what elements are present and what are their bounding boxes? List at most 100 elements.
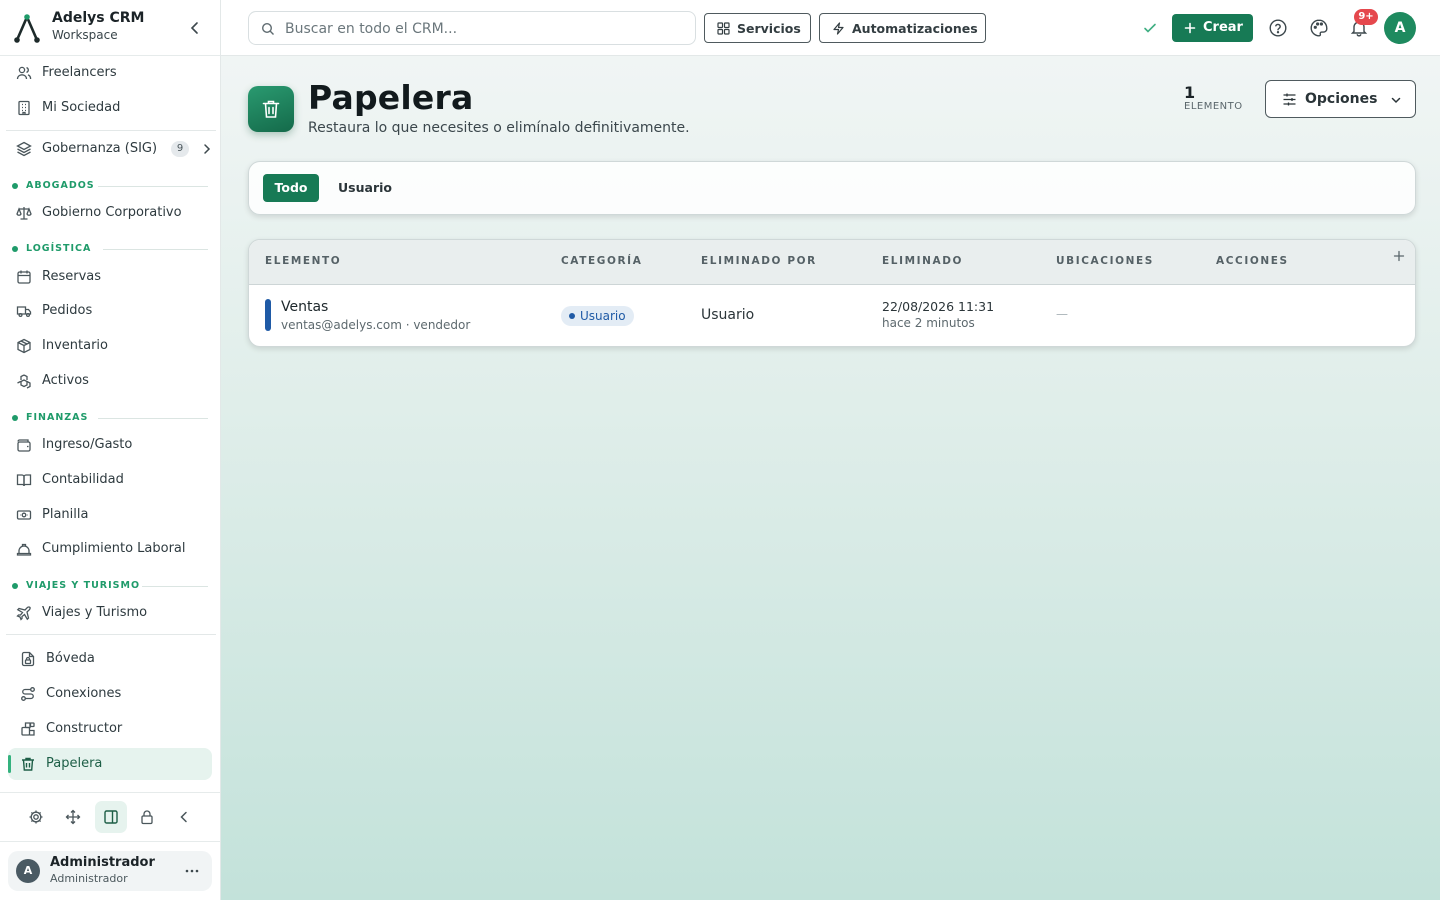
- chevron-down-icon: [1391, 97, 1401, 104]
- search-input[interactable]: [285, 19, 685, 39]
- boxes-icon: [17, 374, 31, 389]
- column-header[interactable]: ELIMINADO POR: [701, 255, 817, 267]
- sidebar-item-contabilidad[interactable]: Contabilidad: [8, 464, 212, 496]
- truck-icon: [16, 306, 32, 318]
- sidebar-item-inventario[interactable]: Inventario: [8, 330, 212, 362]
- trash-icon: [22, 757, 34, 771]
- hard-hat-icon: [16, 543, 32, 556]
- search-icon: [261, 22, 274, 35]
- building-icon: [18, 100, 30, 116]
- services-label: Servicios: [737, 21, 801, 36]
- page-icon-tile: [248, 86, 294, 132]
- sidebar-item-label: Viajes y Turismo: [42, 605, 148, 620]
- banknote-icon: [16, 510, 32, 520]
- search-box[interactable]: [248, 11, 696, 45]
- deleted-date: 22/08/2026 11:31: [882, 299, 995, 314]
- sidebar-item-cumplimiento-laboral[interactable]: Cumplimiento Laboral: [8, 533, 212, 565]
- sidebar-item-label: Bóveda: [46, 651, 95, 666]
- column-header[interactable]: CATEGORÍA: [561, 255, 642, 267]
- column-header[interactable]: ELEMENTO: [265, 255, 341, 267]
- sidebar-item-ingreso-gasto[interactable]: Ingreso/Gasto: [8, 429, 212, 461]
- deleted-by: Usuario: [701, 307, 755, 323]
- services-button[interactable]: Servicios: [704, 13, 811, 43]
- automations-button[interactable]: Automatizaciones: [819, 13, 986, 43]
- sidebar-item-mi-sociedad[interactable]: Mi Sociedad: [8, 92, 212, 124]
- trash-table: ELEMENTO CATEGORÍA ELIMINADO POR ELIMINA…: [248, 239, 1416, 347]
- panel-icon: [104, 810, 118, 824]
- collapse-sidebar-button[interactable]: [168, 801, 200, 833]
- workspace-label: Workspace: [52, 28, 118, 42]
- user-card[interactable]: A Administrador Administrador: [8, 851, 212, 891]
- section-title: VIAJES Y TURISMO: [26, 580, 141, 591]
- file-lock-icon: [21, 651, 35, 667]
- sidebar-item-boveda[interactable]: Bóveda: [8, 643, 212, 675]
- sidebar-item-activos[interactable]: Activos: [8, 365, 212, 397]
- more-horizontal-icon[interactable]: [184, 863, 200, 879]
- sidebar-item-freelancers[interactable]: Freelancers: [8, 57, 212, 89]
- lock-button[interactable]: [131, 801, 163, 833]
- zap-icon: [833, 22, 844, 35]
- wallet-icon: [17, 439, 31, 452]
- sidebar-item-planilla[interactable]: Planilla: [8, 499, 212, 531]
- section-header-viajes: VIAJES Y TURISMO: [12, 580, 208, 592]
- move-button[interactable]: [57, 801, 89, 833]
- section-dot: [12, 583, 18, 589]
- settings-button[interactable]: [20, 801, 52, 833]
- table-row[interactable]: Ventas ventas@adelys.com · vendedor Usua…: [249, 285, 1415, 346]
- lock-icon: [141, 810, 153, 825]
- page-title: Papelera: [308, 78, 474, 117]
- palette-icon[interactable]: [1309, 18, 1329, 38]
- avatar[interactable]: A: [1384, 12, 1416, 44]
- section-line: [98, 418, 208, 419]
- sidebar-item-label: Pedidos: [42, 303, 93, 318]
- table-header: ELEMENTO CATEGORÍA ELIMINADO POR ELIMINA…: [249, 240, 1415, 285]
- row-name: Ventas: [281, 299, 329, 315]
- topbar: Servicios Automatizaciones Crear 9+ A: [221, 0, 1440, 56]
- sidebar-item-reservas[interactable]: Reservas: [8, 261, 212, 293]
- sidebar-item-label: Activos: [42, 373, 89, 388]
- logo-icon: [14, 14, 40, 43]
- column-header[interactable]: ELIMINADO: [882, 255, 963, 267]
- sidebar-item-label: Constructor: [46, 721, 123, 736]
- users-icon: [16, 66, 32, 80]
- filter-usuario[interactable]: Usuario: [327, 174, 403, 202]
- help-icon[interactable]: [1268, 18, 1288, 38]
- sidebar-item-gobierno-corporativo[interactable]: Gobierno Corporativo: [8, 197, 212, 229]
- sidebar-item-gobernanza[interactable]: Gobernanza (SIG) 9: [8, 133, 212, 165]
- create-button[interactable]: Crear: [1172, 14, 1253, 42]
- chevron-left-icon[interactable]: [186, 19, 204, 37]
- sidebar-item-label: Gobernanza (SIG): [42, 141, 158, 156]
- count-badge: 9: [171, 141, 189, 157]
- layers-icon: [16, 141, 32, 157]
- calendar-icon: [17, 270, 31, 284]
- sidebar-item-label: Freelancers: [42, 65, 117, 80]
- brand-header: Adelys CRM Workspace: [0, 0, 220, 56]
- panel-toggle-button[interactable]: [95, 801, 127, 833]
- sidebar: Adelys CRM Workspace Freelancers Mi Soci…: [0, 0, 221, 900]
- deleted-ago: hace 2 minutos: [882, 316, 975, 330]
- sidebar-item-papelera[interactable]: Papelera: [8, 748, 212, 780]
- sidebar-item-label: Papelera: [46, 756, 103, 771]
- avatar: A: [16, 859, 40, 883]
- column-header[interactable]: UBICACIONES: [1056, 255, 1154, 267]
- section-dot: [12, 183, 18, 189]
- sidebar-item-pedidos[interactable]: Pedidos: [8, 295, 212, 327]
- row-color-bar: [265, 299, 271, 331]
- section-line: [142, 586, 208, 587]
- plus-icon: [1184, 22, 1196, 34]
- plane-icon: [16, 606, 31, 621]
- automations-label: Automatizaciones: [852, 21, 978, 36]
- sidebar-item-viajes-turismo[interactable]: Viajes y Turismo: [8, 597, 212, 629]
- sidebar-item-conexiones[interactable]: Conexiones: [8, 678, 212, 710]
- item-count-label: ELEMENTO: [1184, 101, 1243, 112]
- section-line: [103, 249, 208, 250]
- divider: [6, 634, 216, 635]
- plus-icon[interactable]: [1393, 250, 1405, 262]
- chevron-left-icon: [180, 811, 187, 823]
- filter-todo[interactable]: Todo: [263, 174, 319, 202]
- chevron-right-icon[interactable]: [200, 142, 214, 156]
- sidebar-item-constructor[interactable]: Constructor: [8, 713, 212, 745]
- options-button[interactable]: Opciones: [1265, 80, 1416, 118]
- item-count: 1: [1184, 83, 1196, 102]
- user-name: Administrador: [50, 855, 155, 870]
